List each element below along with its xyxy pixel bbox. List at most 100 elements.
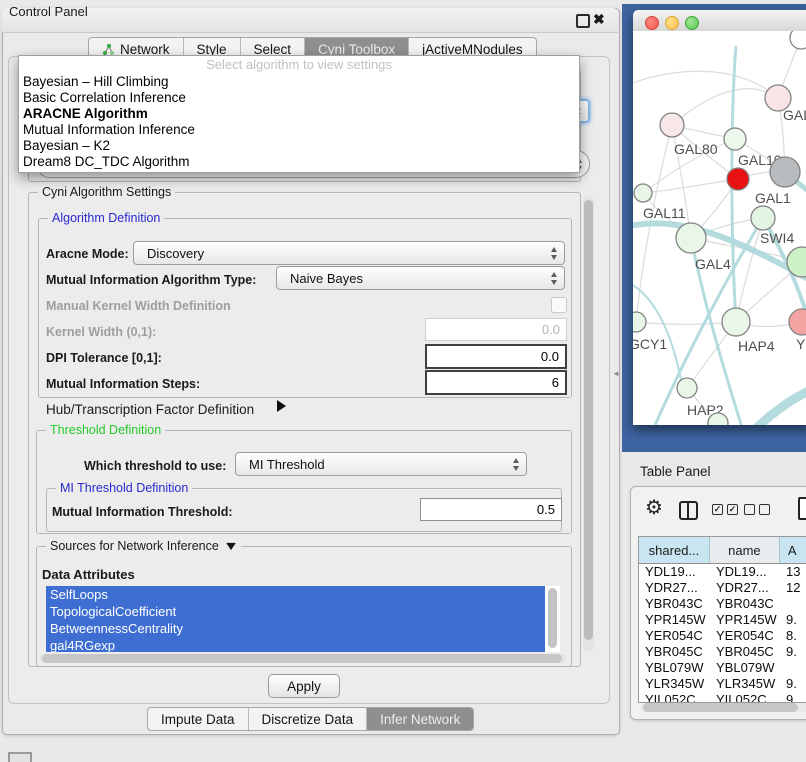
table-cell[interactable]: YBR043C — [639, 596, 710, 612]
attribute-item[interactable]: TopologicalCoefficient — [46, 603, 545, 620]
network-window[interactable]: GALGAL80GAL10GAL1SWI4GAL11GAL4GCY1HAP4YH… — [633, 10, 806, 425]
tab-discretize-data[interactable]: Discretize Data — [249, 708, 368, 730]
table-cell[interactable]: YDL19... — [710, 564, 780, 580]
minimize-window-icon[interactable] — [665, 16, 679, 30]
network-canvas[interactable]: GALGAL80GAL10GAL1SWI4GAL11GAL4GCY1HAP4YH… — [633, 31, 806, 425]
close-window-icon[interactable] — [645, 16, 659, 30]
algorithm-option[interactable]: ARACNE Algorithm — [19, 106, 579, 122]
network-node[interactable] — [751, 206, 775, 230]
table-row[interactable]: YIL052CYIL052C9 — [639, 692, 806, 703]
attribute-list-scrollbar[interactable] — [547, 587, 558, 650]
select-all-checkboxes-icon[interactable]: ✓✓ — [712, 504, 738, 515]
table-row[interactable]: YDL19...YDL19...13 — [639, 564, 806, 580]
settings-gear-icon[interactable]: ⚙ — [645, 498, 663, 518]
table-row[interactable]: YPR145WYPR145W9. — [639, 612, 806, 628]
attribute-hscrollbar-thumb[interactable] — [42, 654, 562, 663]
expand-arrow-icon[interactable] — [277, 400, 286, 412]
kernel-width-field[interactable]: 0.0 — [425, 318, 567, 341]
document-icon[interactable] — [798, 497, 806, 520]
table-cell[interactable]: YDL19... — [639, 564, 710, 580]
algorithm-option[interactable]: Bayesian – Hill Climbing — [19, 74, 579, 90]
table-cell[interactable]: YPR145W — [710, 612, 780, 628]
mi-steps-field[interactable]: 6 — [425, 370, 567, 395]
table-cell[interactable]: 13 — [780, 564, 806, 580]
table-cell[interactable] — [780, 596, 806, 612]
mi-threshold-field[interactable]: 0.5 — [420, 498, 562, 521]
network-node[interactable] — [660, 113, 684, 137]
network-node[interactable] — [789, 309, 806, 335]
close-panel-icon[interactable]: ✖ — [593, 11, 605, 28]
attribute-scrollbar-thumb[interactable] — [548, 588, 557, 648]
table-cell[interactable]: YBR045C — [639, 644, 710, 660]
settings-scrollbar-thumb[interactable] — [584, 200, 593, 640]
table-row[interactable]: YBR043CYBR043C — [639, 596, 806, 612]
network-node[interactable] — [633, 312, 646, 332]
tab-impute-data[interactable]: Impute Data — [148, 708, 249, 730]
network-window-titlebar[interactable] — [633, 10, 806, 32]
table-cell[interactable]: YLR345W — [710, 676, 780, 692]
table-cell[interactable]: YER054C — [710, 628, 780, 644]
table-row[interactable]: YDR27...YDR27...12 — [639, 580, 806, 596]
network-node[interactable] — [676, 223, 706, 253]
table-cell[interactable]: YPR145W — [639, 612, 710, 628]
table-row[interactable]: YBL079WYBL079W — [639, 660, 806, 676]
panel-resize-arrow[interactable]: ◄ — [612, 369, 620, 378]
table-cell[interactable]: 12 — [780, 580, 806, 596]
table-cell[interactable]: YIL052C — [710, 692, 780, 703]
algorithm-option[interactable]: Dream8 DC_TDC Algorithm — [19, 154, 579, 170]
table-cell[interactable]: 8. — [780, 628, 806, 644]
table-cell[interactable]: 9 — [780, 692, 806, 703]
dpi-tolerance-field[interactable]: 0.0 — [425, 344, 567, 369]
split-columns-icon[interactable] — [679, 501, 698, 520]
table-row[interactable]: YER054CYER054C8. — [639, 628, 806, 644]
table-cell[interactable]: YBL079W — [710, 660, 780, 676]
table-cell[interactable]: 9. — [780, 644, 806, 660]
table-row[interactable]: YLR345WYLR345W9. — [639, 676, 806, 692]
algorithm-option[interactable]: Bayesian – K2 — [19, 138, 579, 154]
table-hscrollbar[interactable] — [641, 703, 806, 712]
network-node[interactable] — [724, 128, 746, 150]
minimized-panel-icon[interactable] — [8, 752, 32, 762]
attribute-hscrollbar[interactable] — [40, 654, 566, 663]
control-panel-titlebar[interactable] — [2, 8, 618, 33]
table-row[interactable]: YBR045CYBR045C9. — [639, 644, 806, 660]
table-cell[interactable]: YDR27... — [639, 580, 710, 596]
attribute-item[interactable]: gal4RGexp — [46, 637, 545, 652]
aracne-mode-combo[interactable]: Discovery — [133, 241, 565, 265]
table-cell[interactable]: YBR043C — [710, 596, 780, 612]
attribute-item[interactable]: SelfLoops — [46, 586, 545, 603]
deselect-all-checkboxes-icon[interactable] — [744, 504, 770, 515]
algorithm-option[interactable]: Mutual Information Inference — [19, 122, 579, 138]
table-cell[interactable]: YER054C — [639, 628, 710, 644]
algorithm-option[interactable]: Basic Correlation Inference — [19, 90, 579, 106]
network-node[interactable] — [790, 31, 806, 49]
column-header[interactable]: name — [710, 537, 780, 563]
network-node[interactable] — [727, 168, 749, 190]
table-cell[interactable]: YIL052C — [639, 692, 710, 703]
float-panel-icon[interactable] — [576, 14, 590, 28]
network-node[interactable] — [634, 184, 652, 202]
network-node[interactable] — [770, 157, 800, 187]
mi-type-combo[interactable]: Naive Bayes — [276, 266, 565, 290]
table-cell[interactable]: YLR345W — [639, 676, 710, 692]
collapse-arrow-icon[interactable] — [226, 542, 236, 549]
table-cell[interactable]: YBR045C — [710, 644, 780, 660]
column-header[interactable]: A — [780, 537, 806, 563]
column-header[interactable]: shared... — [639, 537, 710, 563]
table-cell[interactable] — [780, 660, 806, 676]
zoom-window-icon[interactable] — [685, 16, 699, 30]
attribute-item[interactable]: BetweennessCentrality — [46, 620, 545, 637]
which-threshold-combo[interactable]: MI Threshold — [235, 452, 527, 476]
manual-kernel-checkbox[interactable] — [551, 297, 567, 313]
table-hscrollbar-thumb[interactable] — [643, 703, 798, 712]
table-cell[interactable]: YDR27... — [710, 580, 780, 596]
tab-infer-network[interactable]: Infer Network — [367, 708, 473, 730]
aracne-mode-label: Aracne Mode: — [46, 247, 129, 261]
table-cell[interactable]: 9. — [780, 676, 806, 692]
table-cell[interactable]: YBL079W — [639, 660, 710, 676]
apply-button[interactable]: Apply — [268, 674, 340, 698]
network-node[interactable] — [677, 378, 697, 398]
network-node[interactable] — [722, 308, 750, 336]
settings-scrollbar[interactable] — [583, 196, 594, 651]
table-cell[interactable]: 9. — [780, 612, 806, 628]
